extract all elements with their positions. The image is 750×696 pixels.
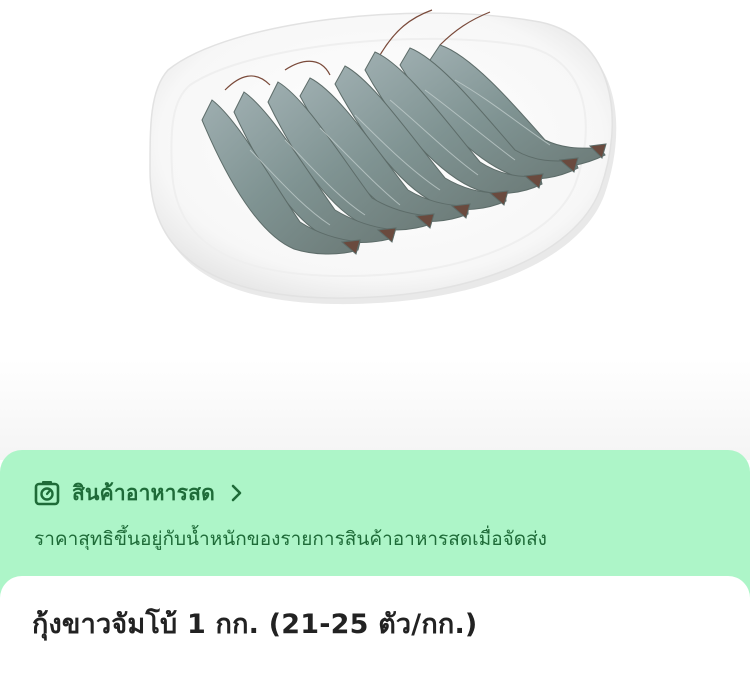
fresh-food-title[interactable]: สินค้าอาหารสด: [72, 477, 215, 510]
fresh-food-header[interactable]: สินค้าอาหารสด: [34, 478, 720, 508]
product-card: กุ้งขาวจัมโบ้ 1 กก. (21-25 ตัว/กก.): [0, 576, 750, 696]
scale-icon: [34, 480, 60, 506]
chevron-right-icon[interactable]: [229, 484, 245, 502]
shrimp-plate-image: [149, 9, 617, 305]
product-image[interactable]: [0, 0, 750, 460]
product-title: กุ้งขาวจัมโบ้ 1 กก. (21-25 ตัว/กก.): [32, 609, 478, 640]
fresh-food-description: ราคาสุทธิขึ้นอยู่กับน้ำหนักของรายการสินค…: [34, 528, 547, 550]
